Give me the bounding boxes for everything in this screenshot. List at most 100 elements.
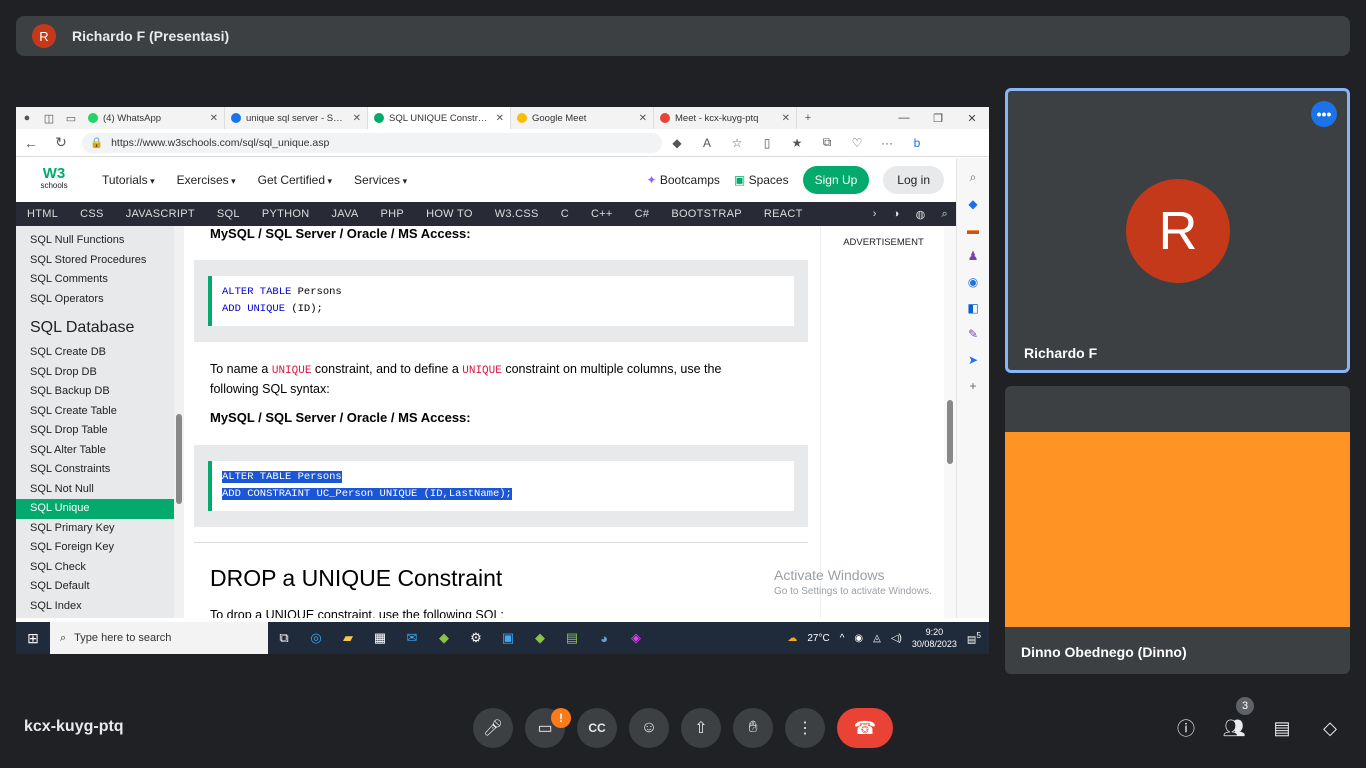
browser-tab[interactable]: (4) WhatsApp ✕	[82, 107, 225, 129]
sidebar-item[interactable]: SQL Backup DB	[16, 382, 174, 402]
app-icon-5[interactable]: ◈	[620, 630, 652, 646]
postgres-icon[interactable]: ◕	[588, 631, 620, 646]
sidebar-item[interactable]: SQL Comments	[16, 270, 174, 290]
add-sidebar-icon[interactable]: +	[969, 379, 976, 393]
profile-icon[interactable]: ●	[16, 107, 38, 129]
signup-button[interactable]: Sign Up	[802, 166, 870, 194]
topnav-item[interactable]: HTML	[16, 208, 69, 220]
sidebar-item[interactable]: SQL Operators	[16, 290, 174, 310]
emoji-icon[interactable]: ☺	[629, 708, 669, 748]
sidebar-item[interactable]: SQL Null Functions	[16, 231, 174, 251]
browser-tab[interactable]: Google Meet ✕	[511, 107, 654, 129]
windows-start-icon[interactable]: ⊞	[16, 630, 50, 647]
designer-icon[interactable]: ✎	[968, 327, 978, 341]
tools-icon[interactable]: ▬	[967, 223, 979, 237]
topnav-item[interactable]: JAVA	[320, 208, 369, 220]
sidebar-item[interactable]: SQL Stored Procedures	[16, 251, 174, 271]
topnav-item[interactable]: PHP	[370, 208, 416, 220]
sidebar-scrollbar[interactable]	[174, 226, 184, 618]
chat-icon[interactable]: ▤	[1268, 714, 1296, 742]
clock[interactable]: 9:20 30/08/2023	[912, 626, 957, 650]
sidebar-item[interactable]: SQL Primary Key	[16, 519, 174, 539]
app-icon-1[interactable]: ◆	[428, 630, 460, 646]
topnav-item[interactable]: W3.CSS	[484, 208, 550, 220]
chevron-right-icon[interactable]: ›	[865, 208, 885, 221]
new-tab-icon[interactable]: +	[797, 107, 819, 129]
url-field[interactable]: 🔒 https://www.w3schools.com/sql/sql_uniq…	[82, 132, 662, 153]
sidebar-item[interactable]: SQL Drop Table	[16, 421, 174, 441]
weather-icon[interactable]: ☁	[787, 633, 797, 644]
menu-tutorials[interactable]: Tutorials	[102, 173, 155, 187]
shopping-icon[interactable]: ◆	[968, 197, 977, 211]
w3schools-logo[interactable]: W3 schools	[24, 166, 84, 192]
coupon-icon[interactable]: ◆	[662, 136, 692, 150]
browser-tab[interactable]: SQL UNIQUE Constraint ✕	[368, 107, 511, 129]
page-scroll-thumb[interactable]	[947, 400, 953, 464]
topnav-item[interactable]: REACT	[753, 208, 814, 220]
collections-icon[interactable]: ⧉	[812, 135, 842, 150]
topnav-item[interactable]: C	[550, 208, 580, 220]
page-scrollbar[interactable]	[944, 226, 956, 618]
tab-actions-icon[interactable]: ▭	[60, 107, 82, 129]
sidebar-item[interactable]: SQL Not Null	[16, 480, 174, 500]
bing-icon[interactable]: b	[902, 136, 932, 150]
taskbar-search[interactable]: ⌕ Type here to search	[50, 622, 268, 654]
close-tab-icon[interactable]: ✕	[639, 113, 647, 124]
sidebar-item[interactable]: SQL Create DB	[16, 343, 174, 363]
captions-icon[interactable]: CC	[577, 708, 617, 748]
restore-icon[interactable]: ❐	[921, 112, 955, 125]
spaces-link[interactable]: ▣ Spaces	[734, 173, 789, 187]
login-button[interactable]: Log in	[883, 166, 944, 194]
topnav-item[interactable]: SQL	[206, 208, 251, 220]
sidebar-item[interactable]: SQL Alter Table	[16, 441, 174, 461]
participant-tile-dinno[interactable]: Dinno Obednego (Dinno)	[1005, 386, 1350, 674]
theme-toggle-icon[interactable]: ◑	[885, 208, 908, 221]
close-tab-icon[interactable]: ✕	[496, 113, 504, 124]
minimize-icon[interactable]: —	[887, 112, 921, 125]
topnav-item[interactable]: C++	[580, 208, 624, 220]
code-block-2[interactable]: ALTER TABLE Persons ADD CONSTRAINT UC_Pe…	[208, 461, 794, 511]
topnav-item[interactable]: JAVASCRIPT	[115, 208, 206, 220]
activities-icon[interactable]: ◇	[1316, 714, 1344, 742]
app-icon-3[interactable]: ◆	[524, 630, 556, 646]
menu-exercises[interactable]: Exercises	[177, 173, 236, 187]
end-call-icon[interactable]: ☎︎	[837, 708, 893, 748]
people-icon[interactable]: 👥︎	[1220, 714, 1248, 742]
bootcamps-link[interactable]: ✦ Bootcamps	[646, 173, 719, 187]
sidebar-item[interactable]: SQL Create Table	[16, 402, 174, 422]
store-icon[interactable]: ▦	[364, 630, 396, 646]
settings-more-icon[interactable]: ···	[872, 136, 902, 150]
menu-services[interactable]: Services	[354, 173, 407, 187]
close-window-icon[interactable]: ✕	[955, 112, 989, 125]
browser-tab[interactable]: unique sql server - Search ✕	[225, 107, 368, 129]
close-tab-icon[interactable]: ✕	[210, 113, 218, 124]
favorite-star-icon[interactable]: ☆	[722, 136, 752, 150]
participant-tile-richardo[interactable]: ••• R Richardo F	[1005, 88, 1350, 373]
notifications-icon[interactable]: ▤5	[967, 630, 981, 645]
task-view-icon[interactable]: ⧉	[268, 630, 300, 646]
settings-taskbar-icon[interactable]: ⚙	[460, 630, 492, 646]
split-screen-icon[interactable]: ▯	[752, 136, 782, 150]
sidebar-item[interactable]: SQL Check	[16, 558, 174, 578]
microsoft365-icon[interactable]: ◉	[968, 275, 978, 289]
sidebar-scroll-thumb[interactable]	[176, 414, 182, 504]
tray-app-icon[interactable]: ◉	[854, 633, 863, 644]
temperature[interactable]: 27°C	[807, 633, 829, 644]
more-options-icon[interactable]: •••	[1311, 101, 1337, 127]
present-icon[interactable]: ⇧	[681, 708, 721, 748]
menu-get-certified[interactable]: Get Certified	[258, 173, 332, 187]
tray-chevron-icon[interactable]: ^	[840, 633, 845, 644]
topnav-item[interactable]: PYTHON	[251, 208, 321, 220]
back-icon[interactable]: ←	[16, 135, 46, 151]
read-aloud-icon[interactable]: A	[692, 136, 722, 150]
browser-tab[interactable]: Meet - kcx-kuyg-ptq ✕	[654, 107, 797, 129]
network-icon[interactable]: ◬	[873, 633, 881, 644]
volume-icon[interactable]: ◁)	[891, 633, 902, 644]
extensions-icon[interactable]: ♡	[842, 136, 872, 150]
app-icon-2[interactable]: ▣	[492, 630, 524, 646]
raise-hand-icon[interactable]: ✋︎	[733, 708, 773, 748]
topnav-item[interactable]: BOOTSTRAP	[660, 208, 753, 220]
topnav-item[interactable]: CSS	[69, 208, 115, 220]
more-options-bottom-icon[interactable]: ⋮	[785, 708, 825, 748]
sidebar-item[interactable]: SQL Index	[16, 597, 174, 617]
